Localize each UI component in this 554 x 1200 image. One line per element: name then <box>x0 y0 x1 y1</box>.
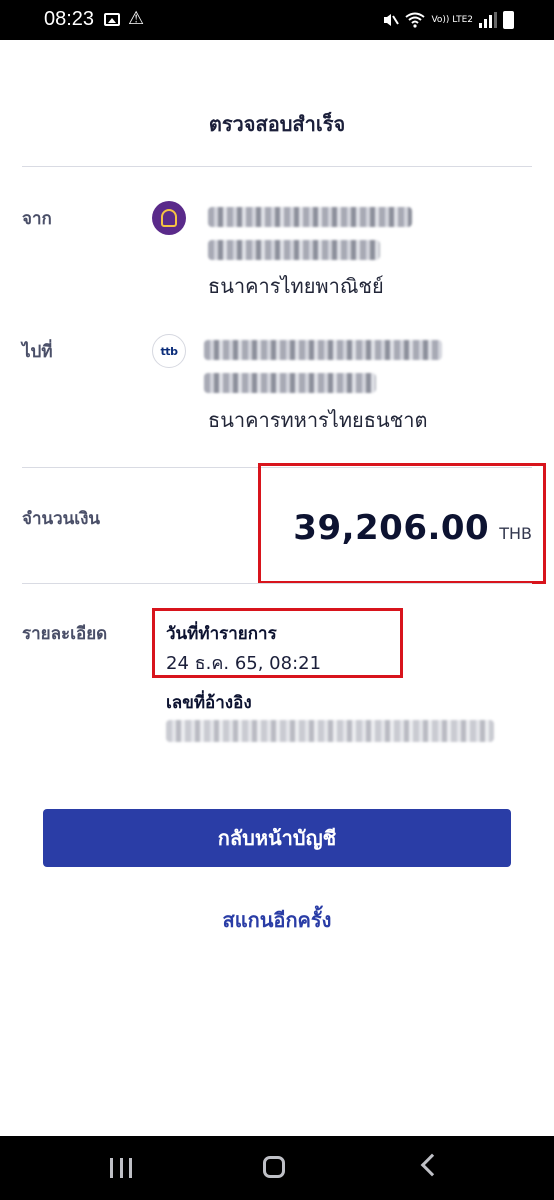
details-label: รายละเอียด <box>22 624 108 644</box>
status-time: 08:23 <box>44 8 95 30</box>
divider <box>22 166 532 167</box>
scan-again-link[interactable]: สแกนอีกครั้ง <box>0 904 554 936</box>
sender-bank-name: ธนาคารไทยพาณิชย์ <box>208 274 384 298</box>
battery-icon <box>503 11 514 29</box>
back-to-account-button[interactable]: กลับหน้าบัญชี <box>43 809 511 867</box>
status-icons: Vo)) LTE2 <box>381 9 514 31</box>
to-label: ไปที่ <box>22 342 53 362</box>
recent-apps-icon[interactable] <box>110 1158 132 1178</box>
amount-label: จำนวนเงิน <box>22 509 101 529</box>
wifi-icon <box>405 12 426 28</box>
reference-number-redacted <box>166 720 494 742</box>
sender-account-redacted <box>208 240 380 260</box>
back-icon[interactable] <box>420 1153 444 1177</box>
system-navigation-bar <box>0 1136 554 1200</box>
signal-icon <box>479 12 497 28</box>
image-icon <box>104 13 120 26</box>
status-bar: 08:23 ⚠ Vo)) LTE2 <box>0 0 554 40</box>
recipient-name-redacted <box>204 340 442 360</box>
recipient-bank-name: ธนาคารทหารไทยธนชาต <box>208 408 428 432</box>
reference-label: เลขที่อ้างอิง <box>166 693 252 713</box>
home-icon[interactable] <box>263 1156 285 1178</box>
page-title: ตรวจสอบสำเร็จ <box>208 112 346 136</box>
divider <box>22 583 532 584</box>
sender-name-redacted <box>208 207 412 227</box>
amount-highlight-box <box>258 463 546 584</box>
warning-icon: ⚠ <box>128 8 145 29</box>
mute-icon <box>384 14 400 26</box>
scb-bank-logo-icon <box>152 201 186 235</box>
recipient-account-redacted <box>204 373 376 393</box>
ttb-bank-logo-icon: ttb <box>152 334 186 368</box>
lte-indicator: Vo)) LTE2 <box>431 14 473 25</box>
date-highlight-box <box>152 608 403 678</box>
from-label: จาก <box>22 209 52 229</box>
